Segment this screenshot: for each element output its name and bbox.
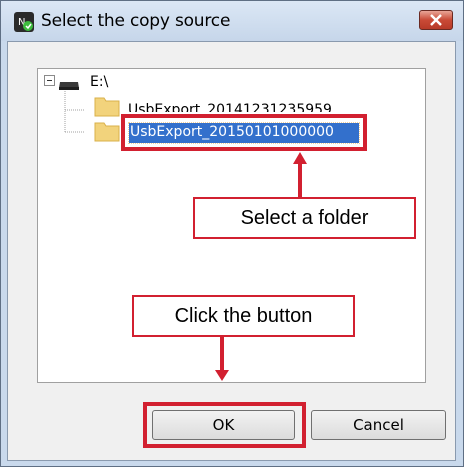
title-bar[interactable]: N Select the copy source	[1, 1, 463, 41]
cancel-button[interactable]: Cancel	[311, 410, 446, 440]
tree-item-folder-2-selected[interactable]: UsbExport_20150101000000	[128, 122, 360, 144]
app-logo-icon: N	[14, 12, 34, 32]
folder-tree[interactable]: E:\ UsbExport_20141231235959 UsbExport_2…	[37, 68, 426, 383]
callout-select-folder: Select a folder	[193, 197, 416, 239]
dialog-body: E:\ UsbExport_20141231235959 UsbExport_2…	[7, 41, 456, 461]
window-title: Select the copy source	[41, 11, 231, 31]
close-button[interactable]	[419, 10, 453, 30]
pointer-arrow-up	[293, 152, 307, 198]
folder-icon	[94, 97, 120, 117]
close-icon	[430, 14, 442, 26]
drive-label[interactable]: E:\	[90, 74, 108, 90]
drive-icon	[59, 82, 79, 90]
tree-expander[interactable]	[44, 75, 55, 86]
callout-click-button: Click the button	[132, 295, 355, 337]
dialog-window: N Select the copy source E:\ UsbExport_2…	[0, 0, 464, 467]
ok-button[interactable]: OK	[152, 410, 295, 440]
tree-item-folder-1[interactable]: UsbExport_20141231235959	[128, 102, 378, 112]
pointer-arrow-down	[215, 337, 229, 381]
folder-icon	[94, 122, 120, 142]
